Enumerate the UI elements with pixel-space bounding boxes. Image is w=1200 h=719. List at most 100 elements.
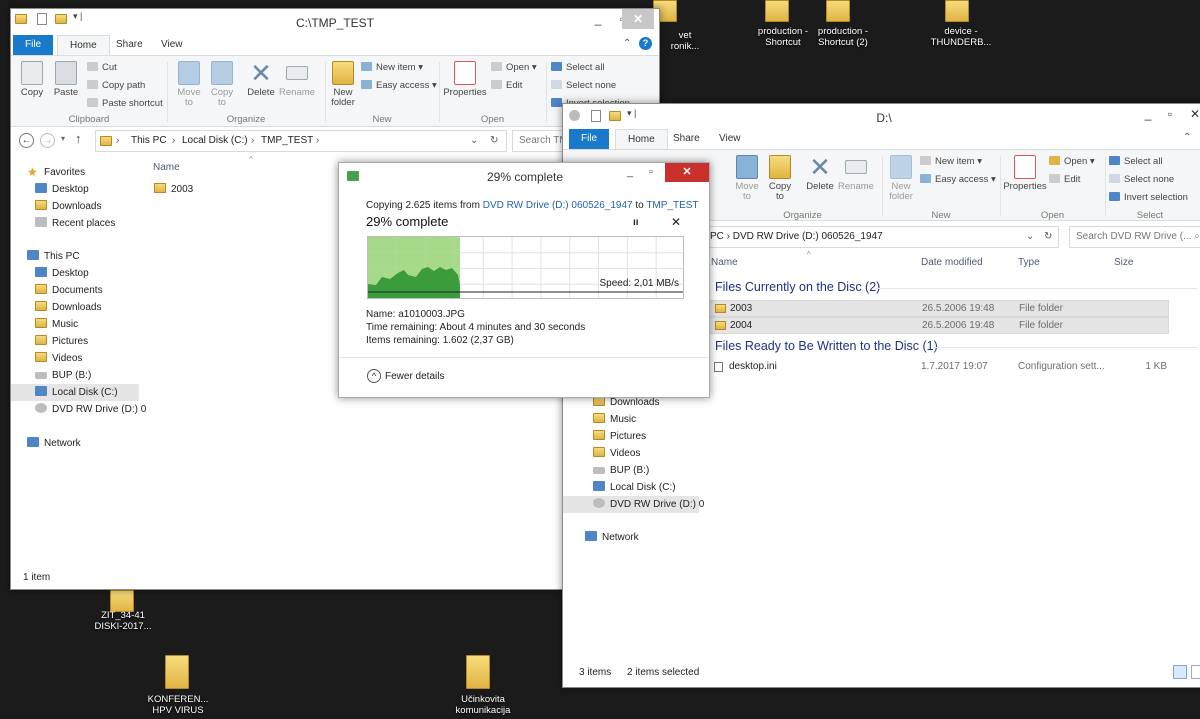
group-header-disc[interactable]: Files Currently on the Disc (2) xyxy=(715,280,880,294)
tab-share[interactable]: Share xyxy=(104,35,155,55)
help-icon[interactable]: ? xyxy=(639,37,652,50)
collapse-ribbon-icon[interactable]: ⌃ xyxy=(1183,132,1191,143)
fewer-details-button[interactable]: ^ Fewer details xyxy=(367,369,444,383)
desktop-icon-label[interactable]: production - Shortcut (2) xyxy=(798,26,888,48)
new-item-button[interactable]: New item ▾ xyxy=(920,156,982,167)
properties-button[interactable]: Properties xyxy=(441,61,489,98)
column-header-date[interactable]: Date modified xyxy=(921,257,983,268)
select-none-button[interactable]: Select none xyxy=(1109,174,1174,185)
nav-network[interactable]: Network xyxy=(585,529,639,546)
nav-pc-downloads[interactable]: Downloads xyxy=(35,299,101,316)
nav-this-pc[interactable]: This PC xyxy=(27,248,80,265)
delete-button[interactable]: ✕ Delete xyxy=(803,154,837,192)
forward-button[interactable]: → xyxy=(40,133,55,148)
nav-local-disk[interactable]: Local Disk (C:) xyxy=(593,479,676,496)
maximize-button[interactable]: ▫ xyxy=(1157,104,1183,124)
nav-videos[interactable]: Videos xyxy=(35,350,82,367)
search-input[interactable]: Search DVD RW Drive (... ⌕ xyxy=(1069,226,1200,248)
source-link[interactable]: DVD RW Drive (D:) 060526_1947 xyxy=(483,200,633,211)
tab-home[interactable]: Home xyxy=(57,35,110,56)
desktop-icon-label[interactable]: ZIT_34-41 DISKI-2017... xyxy=(78,610,168,632)
tab-view[interactable]: View xyxy=(149,35,195,55)
nav-music[interactable]: Music xyxy=(593,411,636,428)
copy-path-button[interactable]: Copy path xyxy=(87,80,145,91)
minimize-button[interactable]: _ xyxy=(627,166,633,178)
copy-to-button[interactable]: Copy to xyxy=(206,61,238,108)
group-header-ready[interactable]: Files Ready to Be Written to the Disc (1… xyxy=(715,339,938,353)
select-all-button[interactable]: Select all xyxy=(1109,156,1163,167)
desktop-icon-label[interactable]: KONFEREN... HPV VIRUS xyxy=(133,694,223,716)
table-row[interactable]: 2004 26.5.2006 19:48 File folder xyxy=(709,317,1169,334)
open-button[interactable]: Open ▾ xyxy=(491,62,537,73)
nav-pc-desktop[interactable]: Desktop xyxy=(35,265,89,282)
cancel-button[interactable]: ✕ xyxy=(671,215,681,229)
open-button[interactable]: Open ▾ xyxy=(1049,156,1095,167)
address-bar[interactable]: PC › DVD RW Drive (D:) 060526_1947 ⌄ ↻ xyxy=(703,226,1059,248)
cut-button[interactable]: Cut xyxy=(87,62,117,73)
column-header-name[interactable]: Name xyxy=(153,162,180,173)
edit-button[interactable]: Edit xyxy=(1049,174,1080,185)
properties-button[interactable]: Properties xyxy=(1001,155,1049,192)
nav-dvd-drive[interactable]: DVD RW Drive (D:) 0 xyxy=(563,496,704,513)
nav-desktop[interactable]: Desktop xyxy=(35,181,89,198)
nav-music[interactable]: Music xyxy=(35,316,78,333)
back-button[interactable]: ← xyxy=(19,133,34,148)
new-folder-button[interactable]: New folder xyxy=(885,155,917,202)
dialog-title-bar[interactable]: 29% complete _ ▫ ✕ xyxy=(339,163,709,189)
address-bar[interactable]: › This PC › Local Disk (C:) › TMP_TEST ›… xyxy=(95,130,507,152)
details-view-icon[interactable] xyxy=(1173,665,1187,679)
address-dropdown-icon[interactable]: ⌄ xyxy=(470,131,478,151)
breadcrumb-local-disk[interactable]: Local Disk (C:) xyxy=(182,131,248,151)
list-item[interactable]: 2003 xyxy=(154,182,193,198)
edit-button[interactable]: Edit xyxy=(491,80,522,91)
minimize-button[interactable]: _ xyxy=(585,9,611,29)
table-row[interactable]: desktop.ini 1.7.2017 19:07 Configuration s… xyxy=(709,359,1169,376)
column-header-name[interactable]: Name xyxy=(711,257,738,268)
rename-button[interactable]: Rename xyxy=(279,61,315,98)
nav-pictures[interactable]: Pictures xyxy=(593,428,646,445)
invert-selection-button[interactable]: Invert selection xyxy=(1109,192,1188,203)
copy-button[interactable]: Copy xyxy=(17,61,47,98)
nav-bup[interactable]: BUP (B:) xyxy=(593,462,649,479)
paste-button[interactable]: Paste xyxy=(51,61,81,98)
maximize-button[interactable]: ▫ xyxy=(649,166,653,178)
pause-button[interactable]: ıı xyxy=(633,217,639,228)
nav-network[interactable]: Network xyxy=(27,435,81,452)
column-header-type[interactable]: Type xyxy=(1018,257,1040,268)
nav-local-disk[interactable]: Local Disk (C:) xyxy=(11,384,139,401)
select-all-button[interactable]: Select all xyxy=(551,62,605,73)
select-none-button[interactable]: Select none xyxy=(551,80,616,91)
easy-access-button[interactable]: Easy access ▾ xyxy=(361,80,437,91)
desktop-icon-label[interactable]: Učinkovita komunikacija xyxy=(438,694,528,716)
close-button[interactable]: ✕ xyxy=(665,163,709,182)
tab-home[interactable]: Home xyxy=(615,129,668,150)
move-to-button[interactable]: Move to xyxy=(173,61,205,108)
delete-button[interactable]: ✕ Delete xyxy=(244,60,278,98)
collapse-ribbon-icon[interactable]: ⌃ xyxy=(623,38,631,49)
tab-share[interactable]: Share xyxy=(661,129,712,149)
new-folder-button[interactable]: New folder xyxy=(327,61,359,108)
tab-file[interactable]: File xyxy=(13,35,54,55)
nav-recent-places[interactable]: Recent places xyxy=(35,215,115,232)
recent-locations-icon[interactable]: ▾ xyxy=(61,134,65,143)
refresh-icon[interactable]: ↻ xyxy=(1044,227,1052,247)
paste-shortcut-button[interactable]: Paste shortcut xyxy=(87,98,163,109)
nav-bup[interactable]: BUP (B:) xyxy=(35,367,91,384)
address-dropdown-icon[interactable]: ⌄ xyxy=(1026,227,1034,247)
rename-button[interactable]: Rename xyxy=(838,155,874,192)
desktop-icon-label[interactable]: device - THUNDERB... xyxy=(916,26,1006,48)
up-button[interactable]: ↑ xyxy=(75,131,82,146)
table-row[interactable]: 2003 26.5.2006 19:48 File folder xyxy=(709,300,1169,317)
breadcrumb-this-pc[interactable]: This PC xyxy=(131,131,167,151)
close-button[interactable]: ✕ xyxy=(1181,104,1200,124)
destination-link[interactable]: TMP_TEST xyxy=(646,200,698,211)
easy-access-button[interactable]: Easy access ▾ xyxy=(920,174,996,185)
copy-progress-dialog[interactable]: 29% complete _ ▫ ✕ Copying 2.625 items f… xyxy=(338,162,710,398)
tab-file[interactable]: File xyxy=(569,129,610,149)
nav-documents[interactable]: Documents xyxy=(35,282,103,299)
new-item-button[interactable]: New item ▾ xyxy=(361,62,423,73)
nav-downloads[interactable]: Downloads xyxy=(35,198,101,215)
breadcrumb-tmp-test[interactable]: TMP_TEST xyxy=(261,131,313,151)
column-header-size[interactable]: Size xyxy=(1114,257,1133,268)
nav-pictures[interactable]: Pictures xyxy=(35,333,88,350)
